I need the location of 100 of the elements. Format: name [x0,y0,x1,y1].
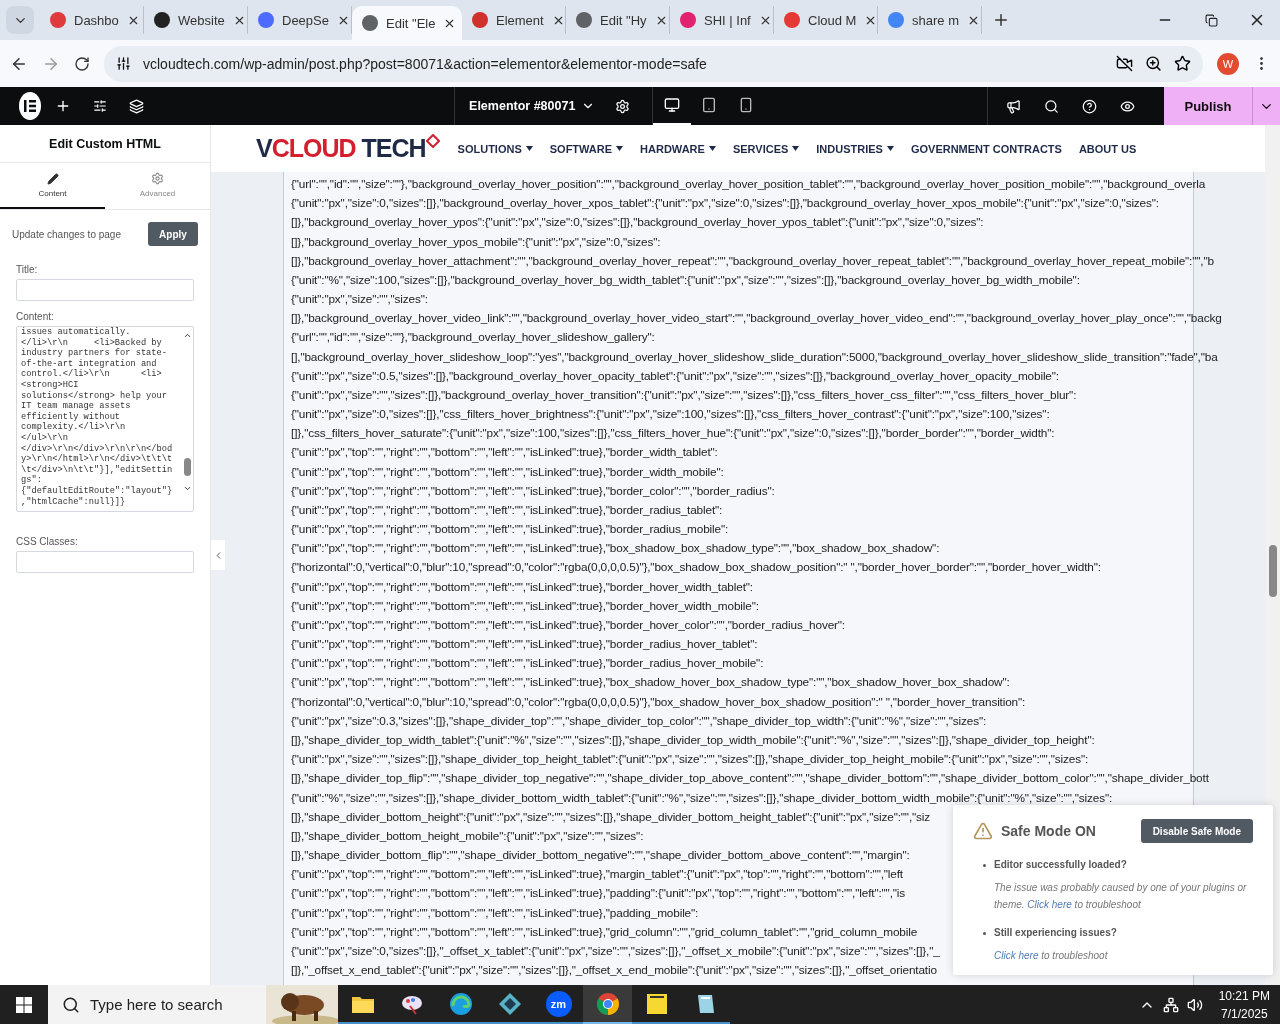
nav-link[interactable]: HARDWARE [640,142,716,155]
zoom-icon[interactable] [1145,55,1162,72]
site-info-icon[interactable] [116,56,131,71]
disable-safe-mode-button[interactable]: Disable Safe Mode [1140,819,1253,843]
code-line: {"unit":"%","size":100,"sizes":[]},"background_overlay_hover_bg_width_tablet":{"unit":"px","size":"","sizes":[]},"background_overlay_hover_bg_width_mobile": [291,271,1080,289]
profile-avatar[interactable]: W [1217,52,1239,75]
css-classes-input-field[interactable] [16,551,194,573]
code-line: {"unit":"px","top":"","right":"","bottom":"","left":"","isLinked":true},"padding_mobile": [291,904,699,922]
browser-tab[interactable]: DeepSe [248,6,352,34]
caret-icon [525,146,533,151]
nav-link[interactable]: GOVERNMENT CONTRACTS [910,142,1062,155]
browser-tab[interactable]: share m [878,6,982,34]
code-line: {"unit":"px","top":"","right":"","bottom":"","left":"","isLinked":true},"border_hover_width_tablet": [291,578,753,596]
code-line: {"unit":"px","size":0.3,"sizes":[]},"shape_divider_top":"","shape_divider_top_color":"","shape_divider_top_width":{"unit":"%","size":"","sizes": [291,712,987,730]
tab-title: Cloud M [808,12,857,28]
browser-tab[interactable]: Element [462,6,566,34]
code-line: []},"background_overlay_hover_ypos_mobile":{"unit":"px","size":0,"sizes": [291,233,661,251]
code-line: []},"_offset_x_end_tablet":{"unit":"px","size":"","sizes":[]},"_offset_x_end_mobile":{"unit":"px","size":"","sizes":[]},"_offset_orientatio [291,962,937,980]
nav-link[interactable]: SOLUTIONS [457,142,533,155]
browser-tab[interactable]: SHI | Inf [670,6,774,34]
help-icon[interactable] [1082,98,1097,114]
content-textarea[interactable] [16,326,194,512]
settings-icon[interactable] [615,98,631,114]
nav-link[interactable]: SERVICES [732,142,800,155]
elementor-logo-icon[interactable] [19,92,42,120]
scrollbar-thumb[interactable] [183,458,191,476]
volume-icon[interactable] [1186,996,1203,1013]
code-line: {"unit":"%","size":"","sizes":[]},"shape_divider_bottom_width_tablet":{"unit":"%","size":"","sizes":[]},"shape_divider_bottom_width_mobile":{"unit":"%","size":"","sizes": [291,789,1113,807]
troubleshoot-link[interactable]: Click here [994,950,1039,961]
code-line: {"unit":"px","size":"","sizes":[]},"shape_divider_top_height_tablet":{"unit":"px","size":"","sizes":[]},"shape_divider_top_height_mobile":{"unit":"px","size":"","sizes": [291,751,1089,769]
megaphone-icon[interactable] [1006,98,1021,114]
layers-icon[interactable] [129,98,145,114]
tab-title: Edit "Hy [600,12,647,28]
browser-tab[interactable]: Website [144,6,248,34]
scrollbar-thumb[interactable] [1268,545,1277,597]
pencil-icon [46,172,59,185]
nav-link[interactable]: SOFTWARE [549,142,624,155]
field-label: Content: [15,310,55,324]
meeting-app-icon: zm [545,990,572,1017]
code-line: {"unit":"px","top":"","right":"","bottom":"","left":"","isLinked":true},"border_hover_width_mobile": [291,597,759,615]
code-line: {"horizontal":0,"vertical":0,"blur":10,"spread":0,"color":"rgba(0,0,0,0.5)"},"box_shadow_hover_box_shadow_position":" ","border_hover_transition": [291,693,1026,711]
troubleshoot-link[interactable]: Click here [1027,899,1072,910]
code-line: {"unit":"px","size":0.5,"sizes":[]},"background_overlay_hover_opacity_tablet":{"unit":"px","size":"","sizes":[]},"background_overlay_hover_opacity_mobile": [291,367,1059,385]
code-line: {"unit":"px","top":"","right":"","bottom":"","left":"","isLinked":true},"box_shadow_hover_box_shadow_type":"","box_shadow_hover_box_shadow": [291,674,1010,692]
nav-link[interactable]: ABOUT US [1078,142,1137,155]
panel-tab[interactable]: Advanced [105,163,210,209]
code-line: []},"background_overlay_hover_ypos":{"unit":"px","size":0,"sizes":[]},"background_overlay_hover_ypos_tablet":{"unit":"px","size":0,"sizes": [291,214,984,232]
new-tab-icon[interactable] [992,11,1010,29]
nav-link[interactable]: INDUSTRIES [816,142,894,155]
browser-tab[interactable]: Cloud M [774,6,878,34]
network-icon[interactable] [1162,996,1179,1013]
browser-icon [448,991,473,1016]
chrome-icon [595,991,620,1016]
taskbar-search-field[interactable]: Type here to search [48,985,338,1024]
clock[interactable]: 10:21 PM 7/1/2025 [1218,986,1270,1023]
restore-icon[interactable] [1204,13,1218,27]
apply-button[interactable]: Apply [148,222,198,246]
camera-off-icon[interactable] [1116,55,1133,72]
site-logo[interactable]: VCLOUD TECH [256,134,440,163]
diamond-icon [425,133,440,148]
code-line: []},"background_overlay_hover_attachment":"","background_overlay_hover_repeat":"","background_overlay_hover_repeat_tablet":"","background_overlay_hover_repeat_mobile":"","b [291,252,1214,270]
caret-icon [616,146,624,151]
code-line: {"url":"","id":"","size":""},"background_overlay_hover_position":"","background_overlay_hover_position_tablet":"","background_overlay_hover_position_mobile":"","background_overla [291,176,1206,193]
desktop-icon [663,97,680,113]
browser-tab[interactable]: Dashbo [40,6,144,34]
tab-title: Website [178,12,225,28]
title-input-field[interactable] [16,279,194,301]
reload-icon[interactable] [74,55,90,72]
publish-button[interactable]: Publish [1164,87,1252,125]
scroll-up-icon[interactable] [182,331,192,340]
code-line: [],"background_overlay_hover_slideshow_loop":"yes","background_overlay_hover_slideshow_slide_duration":5000,"background_overlay_hover_slideshow_slide_transition":"fade","ba [291,348,1218,366]
notice-heading: Still experiencing issues? [994,927,1117,938]
scroll-down-icon[interactable] [182,484,192,493]
code-line: []},"shape_divider_bottom_height":{"unit":"px","size":"","sizes":[]},"shape_divider_bottom_height_tablet":{"unit":"px","size":"","siz [291,808,931,826]
bookmark-star-icon[interactable] [1174,55,1191,72]
search-icon[interactable] [1044,98,1059,114]
panel-title: Edit Custom HTML [0,125,210,163]
code-line: {"url":"","id":"","size":""},"background_overlay_hover_slideshow_gallery": [291,329,655,347]
taskbar-app-button[interactable] [583,985,632,1024]
address-bar[interactable]: vcloudtech.com/wp-admin/post.php?post=80071&action=elementor&elementor-mode=safe [104,45,1203,82]
bullet-icon [983,864,986,867]
code-line: {"unit":"px","top":"","right":"","bottom":"","left":"","isLinked":true},"border_width_tablet": [291,444,718,462]
sliders-icon[interactable] [93,99,108,113]
url-text: vcloudtech.com/wp-admin/post.php?post=80071&action=elementor&elementor-mode=safe [143,55,708,72]
document-title-button[interactable]: Elementor #80071 [463,98,602,114]
panel-tab[interactable]: Content [0,163,105,209]
code-text: issues automatically. </li>\r\n <li>Backed by industry partners for state- of-the-art integration and control.</li>\r\n <li> <strong>HCI solutions</strong> help your IT team manage assets efficiently without complexity.</li>\r\n </ul>\r\n </div>\r\n</div>\r\n\r\n</bod y>\r\n</html>\r\n</div>\t\t\t \t</div>\n\t\t"}],"editSettin gs": {"defaultEditRoute":"layout"} ,"htmlCache":null}]} [20,327,174,509]
tab-title: Element [496,12,544,28]
caret-icon [792,146,800,151]
code-line: {"unit":"px","top":"","right":"","bottom":"","left":"","isLinked":true},"grid_column":"","grid_column_tablet":"","grid_column_mobile [291,923,918,941]
code-line: {"unit":"px","top":"","right":"","bottom":"","left":"","isLinked":true},"box_shadow_box_shadow_type":"","box_shadow_box_shadow": [291,540,940,558]
caret-icon [708,146,716,151]
browser-tab[interactable]: Edit "Ele [352,6,462,40]
eye-icon[interactable] [1120,98,1135,114]
gear-icon [151,172,164,185]
browser-tab[interactable]: Edit "Hy [566,6,670,34]
code-line: []},"shape_divider_top_width_tablet":{"unit":"%","size":"","sizes":[]},"shape_divider_top_width_mobile":{"unit":"%","size":"","sizes":[]},"shape_divider_top_height": [291,732,1095,749]
code-line: {"unit":"px","top":"","right":"","bottom":"","left":"","isLinked":true},"border_radius_hover_mobile": [291,655,764,673]
tab-title: SHI | Inf [704,12,751,28]
code-line: {"unit":"px","top":"","right":"","bottom":"","left":"","isLinked":true},"border_width_mobile": [291,463,724,481]
